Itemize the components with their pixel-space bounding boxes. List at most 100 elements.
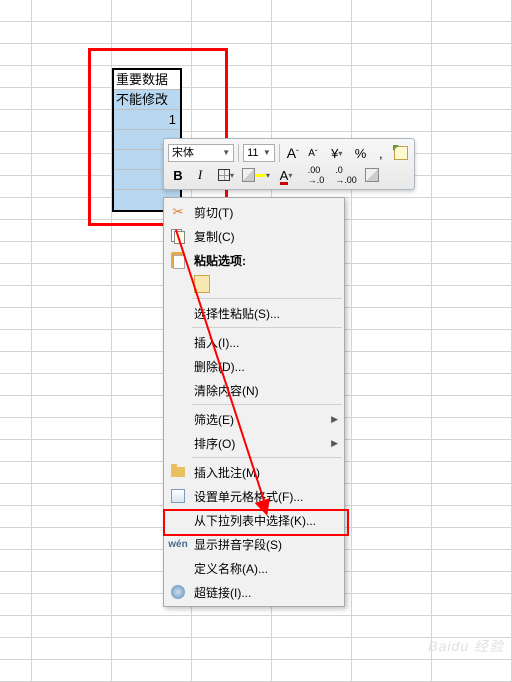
cell[interactable]: [0, 242, 32, 264]
menu-cut[interactable]: ✂ 剪切(T): [164, 200, 344, 224]
cell[interactable]: [352, 66, 432, 88]
cell[interactable]: [0, 110, 32, 132]
cell[interactable]: [352, 242, 432, 264]
cell[interactable]: [352, 440, 432, 462]
cell[interactable]: [352, 462, 432, 484]
accounting-format-button[interactable]: ¥▾: [324, 143, 349, 163]
merge-center-button[interactable]: [362, 165, 382, 185]
cell[interactable]: [432, 198, 512, 220]
cell[interactable]: [272, 44, 352, 66]
cell[interactable]: [0, 440, 32, 462]
cell[interactable]: [32, 506, 112, 528]
cell[interactable]: [32, 66, 112, 88]
cell[interactable]: [432, 176, 512, 198]
bold-button[interactable]: B: [168, 165, 188, 185]
cell[interactable]: [0, 88, 32, 110]
cell[interactable]: [0, 132, 32, 154]
cell[interactable]: [352, 484, 432, 506]
cell[interactable]: [272, 660, 352, 682]
cell[interactable]: [432, 594, 512, 616]
cell[interactable]: [32, 528, 112, 550]
cell[interactable]: [352, 198, 432, 220]
cell[interactable]: [432, 396, 512, 418]
cell[interactable]: [112, 22, 192, 44]
cell[interactable]: [0, 638, 32, 660]
cell[interactable]: [432, 418, 512, 440]
cell[interactable]: [272, 0, 352, 22]
cell[interactable]: [352, 22, 432, 44]
cell[interactable]: [0, 264, 32, 286]
cell[interactable]: [0, 484, 32, 506]
menu-paste-special[interactable]: 选择性粘贴(S)...: [164, 301, 344, 325]
cell[interactable]: [32, 154, 112, 176]
cell[interactable]: [0, 528, 32, 550]
cell-value[interactable]: 1: [114, 110, 180, 130]
cell[interactable]: [272, 616, 352, 638]
cell[interactable]: [432, 220, 512, 242]
cell[interactable]: [432, 550, 512, 572]
cell[interactable]: [432, 572, 512, 594]
menu-format-cells[interactable]: 设置单元格格式(F)...: [164, 484, 344, 508]
cell[interactable]: [352, 308, 432, 330]
cell[interactable]: [112, 44, 192, 66]
cell[interactable]: [432, 528, 512, 550]
cell[interactable]: [432, 286, 512, 308]
cell[interactable]: [432, 352, 512, 374]
cell[interactable]: [432, 374, 512, 396]
cell[interactable]: [32, 594, 112, 616]
cell[interactable]: [112, 616, 192, 638]
cell[interactable]: [0, 550, 32, 572]
cell[interactable]: [112, 638, 192, 660]
decrease-decimal-button[interactable]: .0→.00: [332, 165, 360, 185]
percent-button[interactable]: %: [351, 143, 369, 163]
font-name-dropdown[interactable]: 宋体 ▼: [168, 144, 234, 162]
cell[interactable]: [0, 308, 32, 330]
cell[interactable]: [32, 616, 112, 638]
cell[interactable]: [32, 242, 112, 264]
cell[interactable]: [0, 154, 32, 176]
cell[interactable]: [432, 110, 512, 132]
cell[interactable]: [32, 550, 112, 572]
font-color-button[interactable]: A ▾: [272, 165, 300, 185]
cell[interactable]: [0, 616, 32, 638]
cell[interactable]: [272, 638, 352, 660]
cell[interactable]: [0, 66, 32, 88]
cell[interactable]: [32, 44, 112, 66]
menu-delete[interactable]: 删除(D)...: [164, 354, 344, 378]
cell[interactable]: [352, 638, 432, 660]
cell[interactable]: [352, 572, 432, 594]
cell[interactable]: [192, 110, 272, 132]
cell[interactable]: [0, 44, 32, 66]
cell[interactable]: [352, 396, 432, 418]
cell[interactable]: [112, 660, 192, 682]
cell[interactable]: [352, 330, 432, 352]
cell[interactable]: [0, 418, 32, 440]
cell[interactable]: [352, 418, 432, 440]
cell[interactable]: [32, 418, 112, 440]
cell[interactable]: [0, 506, 32, 528]
cell[interactable]: [352, 0, 432, 22]
cell[interactable]: [0, 462, 32, 484]
menu-define-name[interactable]: 定义名称(A)...: [164, 556, 344, 580]
cell[interactable]: [0, 286, 32, 308]
cell[interactable]: [0, 330, 32, 352]
cell[interactable]: [432, 440, 512, 462]
cell[interactable]: [272, 22, 352, 44]
cell[interactable]: [432, 88, 512, 110]
cell[interactable]: [352, 220, 432, 242]
cell[interactable]: [32, 374, 112, 396]
menu-show-pinyin[interactable]: wén 显示拼音字段(S): [164, 532, 344, 556]
cell[interactable]: [32, 396, 112, 418]
cell[interactable]: [32, 572, 112, 594]
cell[interactable]: [32, 638, 112, 660]
cell[interactable]: [352, 352, 432, 374]
cell[interactable]: [32, 88, 112, 110]
cell[interactable]: [32, 352, 112, 374]
cell[interactable]: [112, 0, 192, 22]
cell[interactable]: [432, 462, 512, 484]
cell[interactable]: [192, 0, 272, 22]
cell[interactable]: [192, 44, 272, 66]
cell[interactable]: [352, 594, 432, 616]
cell[interactable]: [32, 198, 112, 220]
cell[interactable]: [32, 440, 112, 462]
